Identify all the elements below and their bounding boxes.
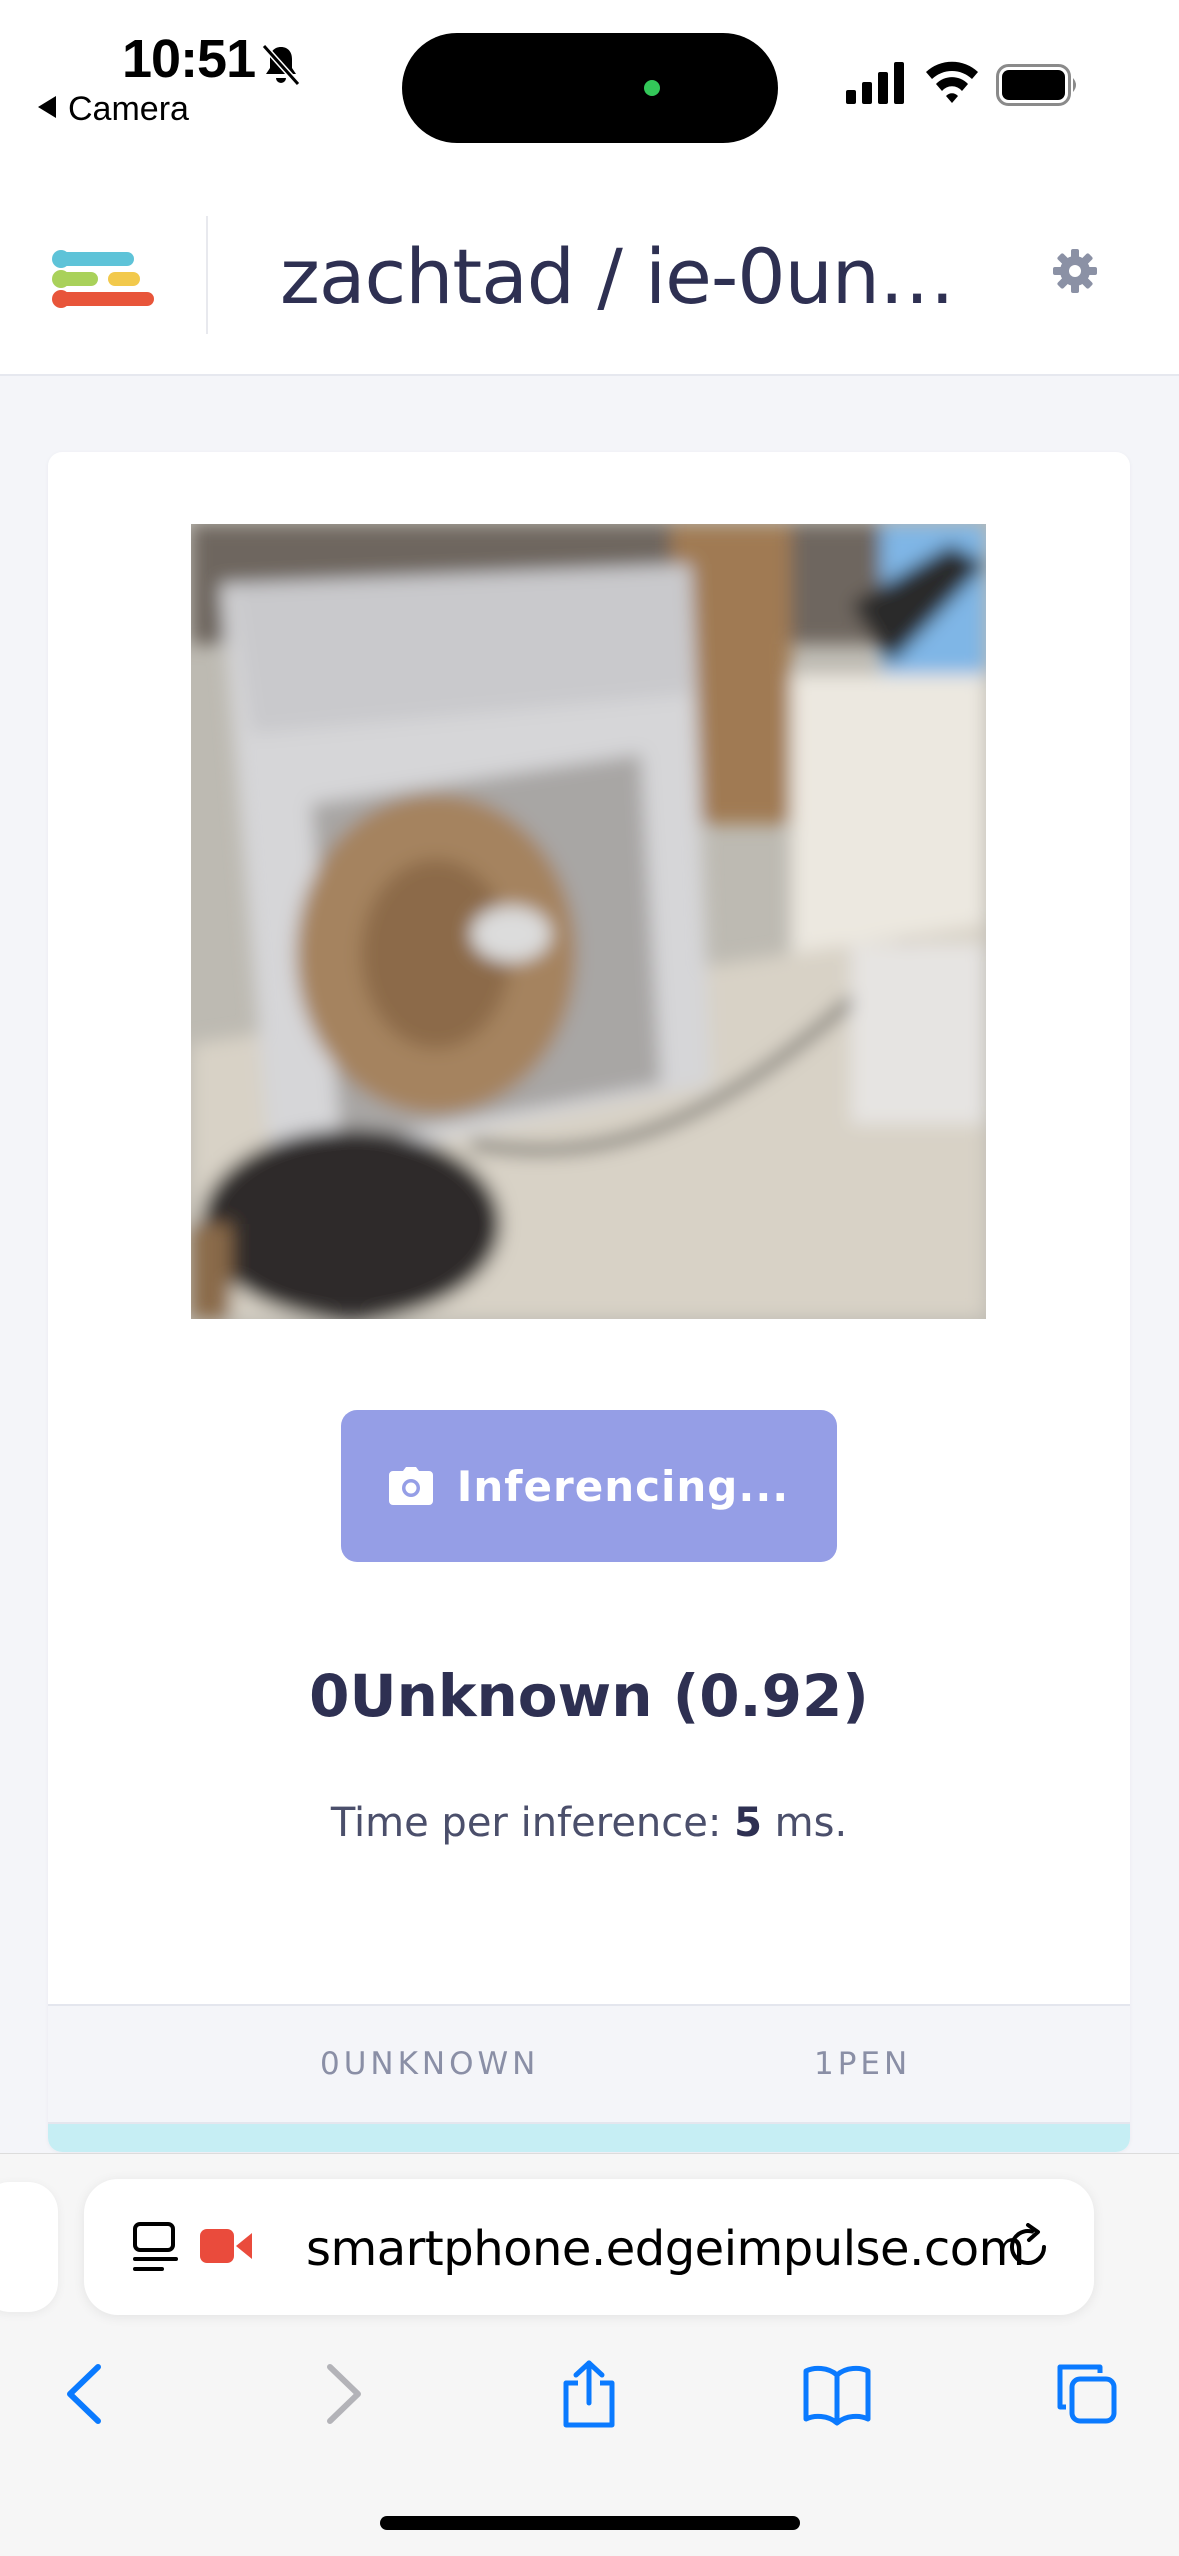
browser-nav-row xyxy=(0,2339,1179,2449)
browser-toolbar: smartphone.edgeimpulse.com xyxy=(0,2153,1179,2556)
back-to-app-link[interactable]: Camera xyxy=(38,90,189,129)
back-icon[interactable] xyxy=(52,2359,122,2429)
back-app-label: Camera xyxy=(68,90,189,128)
inference-card: Inferencing... 0Unknown (0.92) Time per … xyxy=(48,452,1130,2152)
cellular-signal-icon xyxy=(846,62,904,104)
address-bar[interactable]: smartphone.edgeimpulse.com xyxy=(84,2179,1094,2315)
time-value: 5 xyxy=(734,1800,762,1846)
bookmarks-icon[interactable] xyxy=(802,2359,872,2429)
bell-slash-icon xyxy=(261,43,301,87)
status-bar: 10:51 Camera xyxy=(0,0,1179,190)
class-column-1pen: 1PEN xyxy=(814,2046,912,2082)
inference-button[interactable]: Inferencing... xyxy=(341,1410,837,1562)
screen-recording-icon[interactable] xyxy=(200,2229,252,2263)
inference-button-label: Inferencing... xyxy=(456,1461,790,1511)
home-indicator[interactable] xyxy=(380,2516,800,2530)
page-menu-icon[interactable] xyxy=(132,2221,180,2273)
app-header: zachtad / ie-0unk... xyxy=(0,190,1179,376)
camera-in-use-indicator xyxy=(644,80,660,96)
project-title: zachtad / ie-0unk... xyxy=(280,232,980,321)
class-column-0unknown: 0UNKNOWN xyxy=(320,2046,540,2082)
edge-impulse-logo-icon[interactable] xyxy=(52,240,156,320)
time-suffix: ms. xyxy=(761,1800,848,1846)
header-divider xyxy=(206,216,208,334)
gear-icon[interactable] xyxy=(1052,248,1098,294)
forward-icon[interactable] xyxy=(306,2359,376,2429)
wifi-icon xyxy=(926,61,978,103)
camera-icon xyxy=(388,1467,433,1505)
battery-icon xyxy=(996,64,1076,106)
class-table-header: 0UNKNOWN 1PEN xyxy=(48,2004,1130,2124)
inference-result: 0Unknown (0.92) xyxy=(309,1662,869,1730)
class-table-row xyxy=(48,2124,1130,2152)
url-text[interactable]: smartphone.edgeimpulse.com xyxy=(306,2221,1046,2277)
share-icon[interactable] xyxy=(554,2359,624,2429)
tabs-icon[interactable] xyxy=(1052,2359,1122,2429)
back-triangle-icon xyxy=(38,96,56,118)
previous-tab-preview[interactable] xyxy=(0,2182,58,2312)
status-time: 10:51 xyxy=(122,29,256,89)
time-prefix: Time per inference: xyxy=(330,1800,735,1846)
inference-time: Time per inference: 5 ms. xyxy=(48,1800,1130,1846)
camera-feed-image xyxy=(191,524,986,1319)
reload-icon[interactable] xyxy=(1004,2223,1052,2271)
dynamic-island xyxy=(402,33,778,143)
